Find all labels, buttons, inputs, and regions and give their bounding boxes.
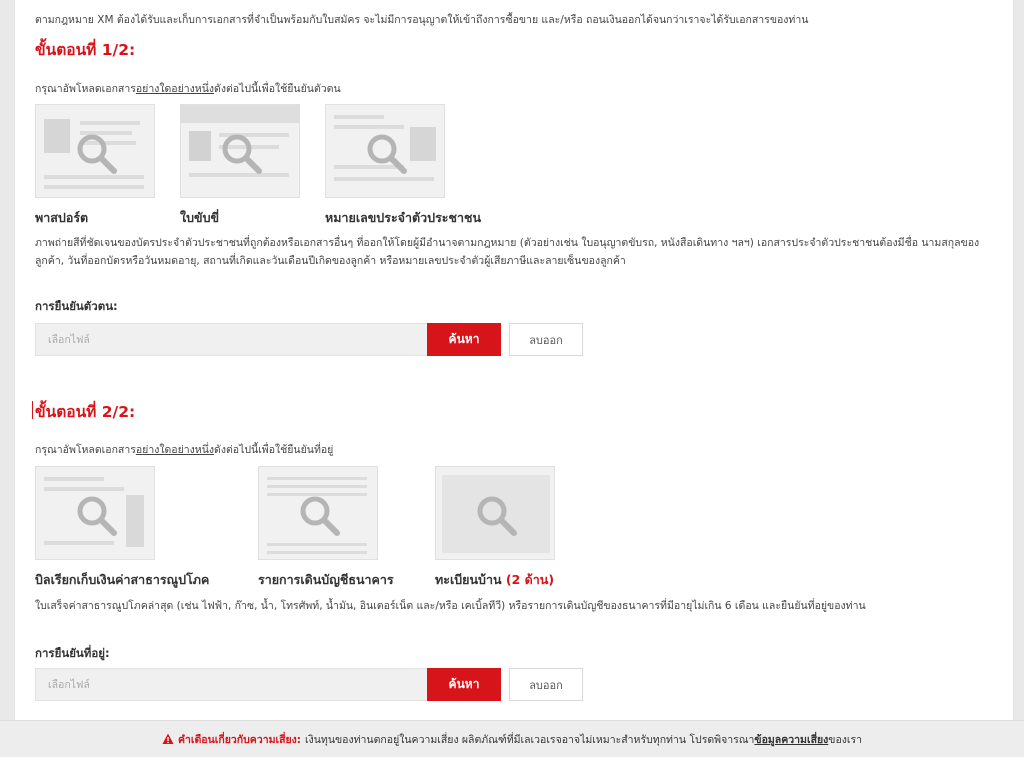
address-remove-button[interactable]: ลบออก xyxy=(509,668,583,701)
magnifier-icon xyxy=(300,496,340,536)
address-field-label: การยืนยันที่อยู่: xyxy=(35,646,110,660)
doc-label-house-registration: ทะเบียนบ้าน (2 ด้าน) xyxy=(435,572,555,587)
magnifier-icon xyxy=(77,134,117,174)
driving-license-thumbnail[interactable] xyxy=(180,104,300,198)
risk-warning-label: คำเตือนเกี่ยวกับความเสี่ยง: xyxy=(162,731,301,748)
risk-warning-text: เงินทุนของท่านตกอยู่ในความเสี่ยง ผลิตภัณ… xyxy=(305,733,755,746)
national-id-thumbnail[interactable] xyxy=(325,104,445,198)
doc-bank-statement[interactable]: รายการเดินบัญชีธนาคาร xyxy=(258,466,394,590)
identity-remove-button[interactable]: ลบออก xyxy=(509,323,583,356)
step2-title: ขั้นตอนที่ 2/2: xyxy=(32,399,135,424)
magnifier-icon xyxy=(77,496,117,536)
address-file-row: เลือกไฟล์ ค้นหา ลบออก xyxy=(35,668,583,701)
passport-thumbnail[interactable] xyxy=(35,104,155,198)
risk-warning-bar: คำเตือนเกี่ยวกับความเสี่ยง: เงินทุนของท่… xyxy=(0,720,1024,757)
risk-warning-text-after: ของเรา xyxy=(828,733,863,746)
step1-instruction: กรุณาอัพโหลดเอกสารอย่างใดอย่างหนึ่งดังต่… xyxy=(35,83,341,95)
doc-national-id[interactable]: หมายเลขประจำตัวประชาชน xyxy=(325,104,481,228)
step2-description: ใบเสร็จค่าสาธารณูปโภคล่าสุด (เช่น ไฟฟ้า,… xyxy=(35,600,866,612)
doc-utility-bill[interactable]: บิลเรียกเก็บเงินค่าสาธารณูปโภค xyxy=(35,466,209,590)
house-registration-thumbnail[interactable] xyxy=(435,466,555,560)
magnifier-icon xyxy=(477,496,517,536)
address-file-input[interactable]: เลือกไฟล์ xyxy=(35,668,427,701)
step1-title: ขั้นตอนที่ 1/2: xyxy=(35,41,136,59)
address-browse-button[interactable]: ค้นหา xyxy=(427,668,501,701)
intro-text: ตามกฎหมาย XM ต้องได้รับและเก็บการเอกสารท… xyxy=(35,14,809,26)
doc-label-passport: พาสปอร์ต xyxy=(35,210,89,225)
doc-label-national-id: หมายเลขประจำตัวประชาชน xyxy=(325,210,482,225)
identity-file-row: เลือกไฟล์ ค้นหา ลบออก xyxy=(35,323,583,356)
magnifier-icon xyxy=(367,134,407,174)
doc-label-bank-statement: รายการเดินบัญชีธนาคาร xyxy=(258,572,394,587)
identity-file-input[interactable]: เลือกไฟล์ xyxy=(35,323,427,356)
doc-driving-license[interactable]: ใบขับขี่ xyxy=(180,104,300,228)
doc-label-utility-bill: บิลเรียกเก็บเงินค่าสาธารณูปโภค xyxy=(35,572,210,587)
risk-info-link[interactable]: ข้อมูลความเสี่ยง xyxy=(754,731,828,748)
identity-field-label: การยืนยันตัวตน: xyxy=(35,299,118,313)
doc-label-driving-license: ใบขับขี่ xyxy=(180,210,220,225)
warning-triangle-icon xyxy=(162,733,174,744)
doc-house-registration[interactable]: ทะเบียนบ้าน (2 ด้าน) xyxy=(435,466,555,590)
step1-description: ภาพถ่ายสีที่ชัดเจนของบัตรประจำตัวประชาชน… xyxy=(35,237,980,267)
document-upload-page: ตามกฎหมาย XM ต้องได้รับและเก็บการเอกสารท… xyxy=(14,0,1014,720)
utility-bill-thumbnail[interactable] xyxy=(35,466,155,560)
identity-browse-button[interactable]: ค้นหา xyxy=(427,323,501,356)
text-caret xyxy=(32,401,33,419)
step2-instruction: กรุณาอัพโหลดเอกสารอย่างใดอย่างหนึ่งดังต่… xyxy=(35,444,334,456)
bank-statement-thumbnail[interactable] xyxy=(258,466,378,560)
magnifier-icon xyxy=(222,134,262,174)
doc-passport[interactable]: พาสปอร์ต xyxy=(35,104,155,228)
